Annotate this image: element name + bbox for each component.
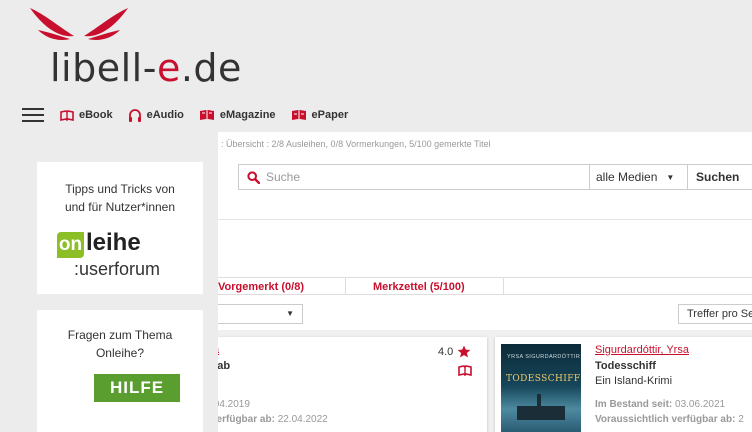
availability-label: verfügbar ab: (211, 414, 275, 425)
site-logo-text: libell-e.de (50, 46, 242, 90)
availability-label: Voraussichtlich verfügbar ab: (595, 414, 736, 425)
cover-title: TODESSCHIFF (506, 374, 581, 384)
nav-item-label: eMagazine (219, 109, 276, 121)
userforum-box[interactable]: Tipps und Tricks von und für Nutzer*inne… (37, 162, 203, 294)
nav-item-emagazine[interactable]: eMagazine (199, 109, 276, 121)
result-stock-date: Im Bestand seit: 03.06.2021 (595, 399, 725, 410)
nav-item-ebook[interactable]: eBook (60, 109, 113, 121)
site-logo[interactable]: libell-e.de (30, 6, 270, 92)
search-input[interactable]: Suche (238, 164, 590, 190)
ebook-type-icon (458, 365, 472, 376)
nav-item-label: eBook (79, 109, 113, 121)
hits-per-page-select[interactable]: Treffer pro Seite (678, 304, 752, 324)
result-card[interactable]: a rab 4.0 .04.2019 verfügbar ab: 22.04.2… (205, 337, 487, 432)
hamburger-icon[interactable] (22, 108, 44, 122)
result-availability: Voraussichtlich verfügbar ab: 2 (595, 414, 744, 425)
onleihe-leihe-text: leihe (86, 229, 141, 256)
stock-label: Im Bestand seit: (595, 399, 673, 410)
tab-reserved[interactable]: Vorgemerkt (0/8) (218, 281, 304, 293)
account-overview[interactable]: : Übersicht : 2/8 Ausleihen, 0/8 Vormerk… (221, 139, 491, 149)
nav-item-eaudio[interactable]: eAudio (128, 108, 184, 122)
search-bar: Suche alle Medien ▼ Suchen (238, 164, 752, 190)
dragonfly-wing-logo-icon (30, 8, 128, 40)
result-subtitle: Ein Island-Krimi (595, 375, 673, 387)
result-rating: 4.0 (438, 345, 471, 358)
userforum-text-line2: und für Nutzer*innen (64, 200, 176, 214)
onleihe-on-mark: on (57, 232, 84, 258)
rating-value: 4.0 (438, 345, 454, 358)
result-author-link[interactable]: Sigurdardóttir, Yrsa (595, 344, 689, 356)
userforum-text-line1: Tipps und Tricks von (65, 182, 175, 196)
help-button[interactable]: HILFE (94, 374, 180, 402)
magazine-icon (199, 110, 214, 120)
caret-down-icon: ▼ (286, 309, 294, 318)
paper-icon (291, 110, 306, 120)
site-header: libell-e.de eBook eAudio eMagazine ePape… (0, 0, 752, 132)
cover-author: YRSA SIGURDARDÓTTIR (507, 354, 581, 360)
main-content: : Übersicht : 2/8 Ausleihen, 0/8 Vormerk… (205, 132, 752, 432)
logo-domain: .de (180, 46, 242, 90)
result-card[interactable]: YRSA SIGURDARDÓTTIR TODESSCHIFF Sigurdar… (495, 337, 752, 432)
sidebar-menu: Tipps und Tricks von und für Nutzer*inne… (22, 132, 218, 432)
availability-value: 2 (738, 414, 744, 425)
media-type-value: alle Medien (596, 170, 658, 184)
help-text-line2: Onleihe? (95, 346, 145, 360)
nav-item-epaper[interactable]: ePaper (291, 109, 349, 121)
main-navigation: eBook eAudio eMagazine ePaper (22, 104, 363, 126)
logo-e: e (156, 46, 181, 90)
sort-select[interactable]: ▼ (205, 304, 303, 324)
result-availability: verfügbar ab: 22.04.2022 (211, 414, 328, 425)
result-title[interactable]: Todesschiff (595, 360, 656, 372)
search-button[interactable]: Suchen (688, 164, 752, 190)
search-placeholder: Suche (266, 170, 301, 184)
logo-name: libell (50, 46, 143, 90)
headphones-icon (128, 108, 141, 122)
help-text-line1: Fragen zum Thema (67, 328, 173, 342)
stock-value: 03.06.2021 (675, 399, 726, 410)
caret-down-icon: ▼ (666, 172, 675, 182)
search-icon (247, 170, 260, 184)
media-type-select[interactable]: alle Medien ▼ (590, 164, 688, 190)
book-icon (60, 109, 74, 121)
nav-item-label: eAudio (146, 109, 184, 121)
help-box: Fragen zum Thema Onleihe? HILFE (37, 310, 203, 432)
onleihe-userforum-logo[interactable]: on leihe :userforum (57, 229, 197, 282)
account-tabs: Vorgemerkt (0/8) Merkzettel (5/100) (205, 277, 752, 295)
tab-divider (345, 278, 346, 295)
divider (205, 219, 752, 220)
book-cover-image[interactable]: YRSA SIGURDARDÓTTIR TODESSCHIFF (501, 344, 581, 432)
onleihe-userforum-text: :userforum (74, 259, 161, 279)
nav-item-label: ePaper (311, 109, 349, 121)
star-icon (457, 345, 471, 358)
tab-watchlist[interactable]: Merkzettel (5/100) (373, 281, 465, 293)
tab-divider (503, 278, 504, 295)
availability-value: 22.04.2022 (277, 414, 328, 425)
cover-ship (517, 406, 565, 420)
